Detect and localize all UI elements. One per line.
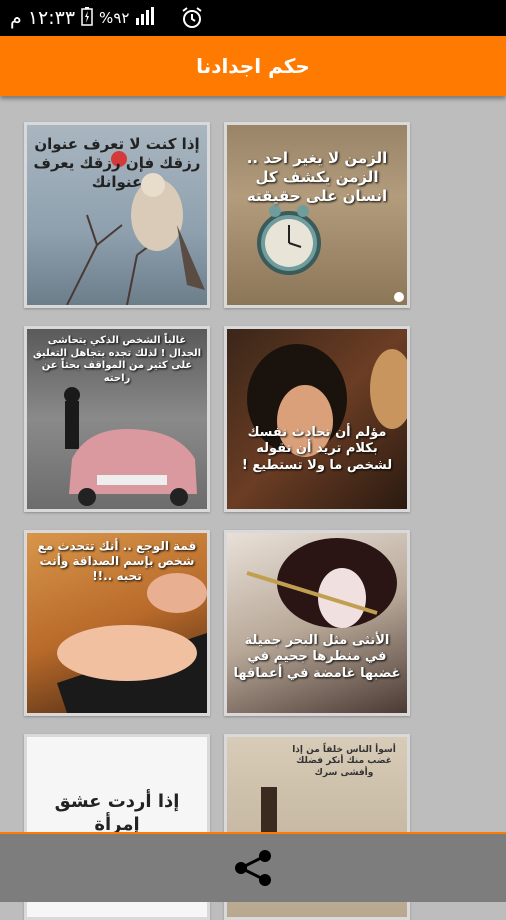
battery-icon xyxy=(81,6,93,31)
quote-image: قمة الوجع .. أنك تتحدث مع شخص بإسم الصدا… xyxy=(27,533,207,713)
woman-illustration xyxy=(247,344,407,457)
quote-card[interactable]: قمة الوجع .. أنك تتحدث مع شخص بإسم الصدا… xyxy=(24,530,210,716)
quote-caption: الزمن لا يغير احد .. الزمن يكشف كل انسان… xyxy=(246,149,388,205)
share-icon xyxy=(235,850,271,886)
quote-caption: إذا كنت لا تعرف عنوان رزقك فإن رزقك يعرف… xyxy=(33,135,201,191)
battery-percent: %٩٢ xyxy=(99,9,130,27)
bottom-bar xyxy=(0,832,506,902)
quote-caption: غالباً الشخص الذكي يتحاشى الجدال ! لذلك … xyxy=(32,335,202,384)
quote-image: إذا كنت لا تعرف عنوان رزقك فإن رزقك يعرف… xyxy=(27,125,207,305)
alarm-icon xyxy=(180,6,204,34)
quote-image: مؤلم أن تحادث نفسك بكلام تريد أن تقوله ل… xyxy=(227,329,407,509)
anime-illustration xyxy=(246,538,397,628)
signal-icon xyxy=(135,6,157,31)
quote-caption: الأنثى مثل البحر جميلة في منظرها جحيم في… xyxy=(233,633,401,681)
quote-caption: قمة الوجع .. أنك تتحدث مع شخص بإسم الصدا… xyxy=(37,539,197,583)
quote-caption: أسوأ الناس خلقاً من إذا غضب منك أنكر فضل… xyxy=(292,745,396,778)
quote-caption: مؤلم أن تحادث نفسك بكلام تريد أن تقوله ل… xyxy=(241,425,393,473)
share-button[interactable] xyxy=(223,838,283,898)
quote-card[interactable]: إذا كنت لا تعرف عنوان رزقك فإن رزقك يعرف… xyxy=(24,122,210,308)
quote-image: الأنثى مثل البحر جميلة في منظرها جحيم في… xyxy=(227,533,407,713)
quote-image: غالباً الشخص الذكي يتحاشى الجدال ! لذلك … xyxy=(27,329,207,509)
quote-card[interactable]: غالباً الشخص الذكي يتحاشى الجدال ! لذلك … xyxy=(24,326,210,512)
quote-image: الزمن لا يغير احد .. الزمن يكشف كل انسان… xyxy=(227,125,407,305)
quote-card[interactable]: الأنثى مثل البحر جميلة في منظرها جحيم في… xyxy=(224,530,410,716)
quote-card[interactable]: مؤلم أن تحادث نفسك بكلام تريد أن تقوله ل… xyxy=(224,326,410,512)
quote-caption: إذا أردت عشق إمرأة xyxy=(54,791,180,835)
status-time: ١٢:٣٣ م xyxy=(10,7,76,29)
app-title: حكم اجدادنا xyxy=(196,54,310,78)
status-left: ١٢:٣٣ م %٩٢ xyxy=(10,6,157,31)
app-bar: حكم اجدادنا xyxy=(0,36,506,96)
status-bar: ١٢:٣٣ م %٩٢ xyxy=(0,0,506,36)
quote-card[interactable]: الزمن لا يغير احد .. الزمن يكشف كل انسان… xyxy=(224,122,410,308)
